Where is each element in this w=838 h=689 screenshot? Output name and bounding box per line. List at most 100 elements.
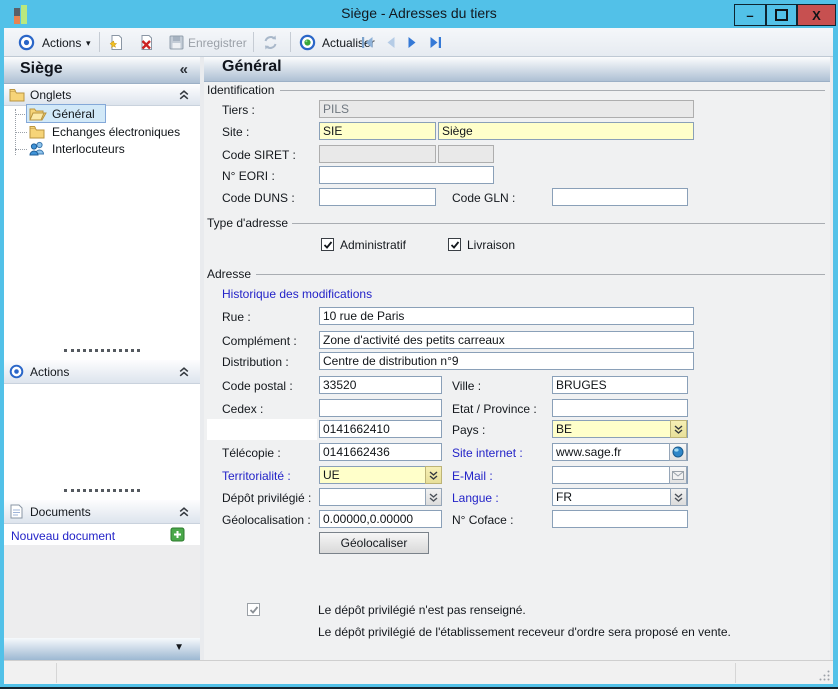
duns-field[interactable] [319, 188, 436, 206]
historique-modifications-link[interactable]: Historique des modifications [222, 287, 372, 301]
people-icon [29, 141, 45, 156]
new-document-icon[interactable] [108, 34, 125, 51]
globe-icon [672, 446, 684, 458]
maximize-button[interactable] [766, 4, 797, 26]
actions-section-header[interactable]: Actions [4, 360, 200, 384]
collapse-up-icon[interactable] [178, 366, 190, 378]
site-label: Site : [222, 125, 249, 139]
rue-label: Rue : [222, 310, 251, 324]
panel-down-arrow-icon[interactable]: ▼ [174, 642, 184, 653]
code-postal-field[interactable] [319, 376, 442, 394]
langue-combo[interactable] [552, 488, 688, 506]
check-icon [249, 605, 259, 615]
cedex-field[interactable] [319, 399, 442, 417]
site-code-field[interactable] [319, 122, 436, 140]
coface-field[interactable] [552, 510, 688, 528]
splitter-handle[interactable] [64, 349, 140, 355]
complement-label: Complément : [222, 334, 297, 348]
territorialite-dropdown-button[interactable] [425, 466, 442, 484]
collapse-up-icon[interactable] [178, 506, 190, 518]
cedex-label: Cedex : [222, 402, 263, 416]
telecopie-field[interactable] [319, 443, 442, 461]
minimize-button[interactable]: – [734, 4, 766, 26]
save-icon[interactable] [168, 34, 185, 51]
depot-dropdown-button[interactable] [425, 488, 442, 506]
site-name-field[interactable] [438, 122, 694, 140]
code-duns-label: Code DUNS : [222, 191, 295, 205]
pays-dropdown-button[interactable] [670, 420, 687, 438]
delete-icon[interactable] [138, 34, 155, 51]
splitter-handle[interactable] [64, 489, 140, 495]
open-website-button[interactable] [669, 443, 687, 461]
nav-first-icon[interactable] [359, 34, 376, 51]
resize-grip[interactable] [818, 669, 831, 682]
langue-label[interactable]: Langue : [452, 491, 499, 505]
page-header: Général [204, 57, 830, 82]
depot-privilegie-combo[interactable] [319, 488, 442, 506]
ville-field[interactable] [552, 376, 688, 394]
title-bar[interactable]: Siège - Adresses du tiers – X [0, 0, 838, 28]
nav-previous-icon[interactable] [382, 34, 399, 51]
geolocalisation-field[interactable] [319, 510, 442, 528]
territorialite-label[interactable]: Territorialité : [222, 469, 291, 483]
coface-label: N° Coface : [452, 513, 514, 527]
eori-field[interactable] [319, 166, 494, 184]
site-internet-field[interactable] [552, 443, 688, 461]
tiers-label: Tiers : [222, 103, 255, 117]
siret-field-2[interactable] [438, 145, 494, 163]
sidebar-bottom-bar[interactable]: ▼ [4, 638, 200, 660]
sidebar-item-echanges-electroniques[interactable]: Echanges électroniques [29, 123, 180, 140]
nav-last-icon[interactable] [427, 34, 444, 51]
etat-province-field[interactable] [552, 399, 688, 417]
distribution-field[interactable] [319, 352, 694, 370]
status-divider [735, 663, 736, 683]
livraison-label: Livraison [467, 238, 515, 252]
actions-target-icon[interactable] [18, 34, 35, 51]
onglets-section-label: Onglets [30, 88, 71, 102]
tiers-field[interactable] [319, 100, 694, 118]
pays-combo[interactable] [552, 420, 688, 438]
sidebar-item-interlocuteurs[interactable]: Interlocuteurs [29, 140, 125, 157]
territorialite-combo[interactable] [319, 466, 442, 484]
close-button[interactable]: X [797, 4, 836, 26]
rue-field[interactable] [319, 307, 694, 325]
status-bar [4, 660, 833, 684]
site-internet-label[interactable]: Site internet : [452, 446, 523, 460]
livraison-checkbox[interactable] [448, 238, 461, 251]
collapse-sidebar-icon[interactable]: « [180, 61, 188, 78]
sidebar: Siège « Onglets Général [4, 57, 200, 660]
refresh-icon[interactable] [262, 34, 279, 51]
nav-next-icon[interactable] [404, 34, 421, 51]
depot-note-line1: Le dépôt privilégié n'est pas renseigné. [318, 603, 526, 617]
langue-dropdown-button[interactable] [670, 488, 687, 506]
documents-section-header[interactable]: Documents [4, 500, 200, 524]
onglets-section-header[interactable]: Onglets [4, 85, 200, 106]
etat-province-label: Etat / Province : [452, 402, 537, 416]
collapse-up-icon[interactable] [178, 89, 190, 101]
folder-icon [29, 125, 45, 139]
actions-menu-button[interactable]: Actions [42, 36, 81, 50]
double-chevron-down-icon [673, 424, 684, 435]
actions-caret-icon[interactable]: ▾ [86, 38, 91, 49]
siret-field-1[interactable] [319, 145, 436, 163]
sidebar-item-general[interactable]: Général [29, 105, 95, 122]
geolocaliser-button[interactable]: Géolocaliser [319, 532, 429, 554]
add-document-icon[interactable] [170, 527, 185, 542]
eori-label: N° EORI : [222, 169, 275, 183]
email-field[interactable] [552, 466, 688, 484]
window-title: Siège - Adresses du tiers [0, 5, 838, 21]
administratif-checkbox[interactable] [321, 238, 334, 251]
toolbar-separator [290, 32, 291, 52]
complement-field[interactable] [319, 331, 694, 349]
enregistrer-button[interactable]: Enregistrer [188, 36, 247, 50]
pays-label: Pays : [452, 423, 485, 437]
telephone-field[interactable] [319, 420, 442, 438]
code-siret-label: Code SIRET : [222, 148, 296, 162]
documents-section-label: Documents [30, 505, 91, 519]
send-email-button[interactable] [669, 466, 687, 484]
nouveau-document-link[interactable]: Nouveau document [11, 529, 115, 543]
actualiser-icon[interactable] [299, 34, 316, 51]
gln-field[interactable] [552, 188, 688, 206]
email-label[interactable]: E-Mail : [452, 469, 493, 483]
group-line [280, 90, 825, 91]
